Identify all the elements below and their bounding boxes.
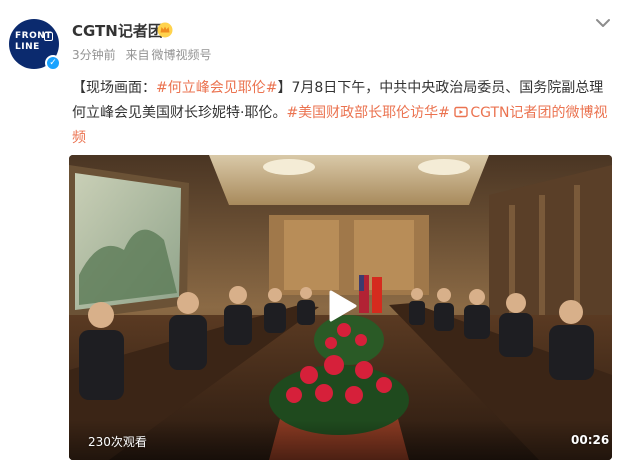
post-text: 【现场画面：#何立峰会见耶伦#】7月8日下午，中共中央政治局委员、国务院副总理何… [72, 76, 617, 151]
bracket-open: 【现场画面： [72, 80, 156, 96]
video-duration: 00:26 [571, 433, 610, 447]
play-icon[interactable] [323, 288, 359, 324]
video-overlay [69, 420, 612, 460]
check-badge-icon: ✓ [45, 55, 61, 71]
chevron-down-icon[interactable] [594, 16, 612, 30]
vip-crown-icon[interactable] [157, 22, 173, 38]
topic-link-2[interactable]: #美国财政部长耶伦访华# [286, 105, 449, 121]
post-time[interactable]: 3分钟前 [72, 48, 116, 62]
post-meta: 3分钟前 来自 微博视频号 [72, 46, 218, 63]
bracket-close: 】 [277, 80, 292, 96]
post-source[interactable]: 微博视频号 [151, 48, 211, 62]
topic-link-1[interactable]: #何立峰会见耶伦# [156, 80, 277, 96]
source-prefix: 来自 [125, 48, 150, 62]
author-name[interactable]: CGTN记者团 [72, 20, 163, 41]
post-header: FRONT LINE ✓ CGTN记者团 3分钟前 来自 微博视频号 [0, 0, 625, 76]
video-link-icon [454, 106, 469, 118]
view-count: 230次观看 [88, 435, 147, 449]
camera-icon [44, 32, 53, 41]
